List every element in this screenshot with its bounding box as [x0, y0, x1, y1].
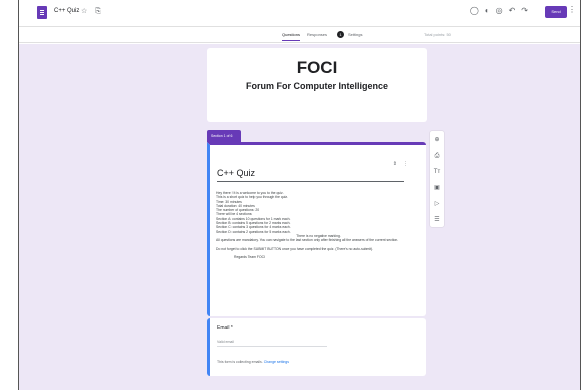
section-menu-icons[interactable]: ⇕⋮ — [393, 161, 414, 167]
tab-settings[interactable]: Settings — [348, 32, 362, 37]
form-header-card[interactable]: FOCI Forum For Computer Intelligence — [207, 48, 427, 122]
change-settings-link[interactable]: Change settings — [264, 360, 289, 364]
doc-title[interactable]: C++ Quiz — [54, 8, 79, 14]
total-points: Total points: 50 — [424, 32, 451, 37]
top-bar: C++ Quiz ☆ ⎘ ◯ ◐ ◎ ↶ ↷ Send ⋮ — [19, 0, 580, 27]
email-label: Email * — [217, 325, 233, 331]
description-line: Do not forget to click the SUBMIT BUTTON… — [216, 246, 374, 251]
title-underline — [217, 181, 404, 182]
header-toolbar: ◯ ◐ ◎ ↶ ↷ — [470, 6, 528, 15]
send-button[interactable]: Send — [545, 6, 567, 18]
palette-icon[interactable]: ◐ — [485, 6, 490, 15]
email-collection-note: This form is collecting emails. Change s… — [217, 360, 289, 364]
form-subtitle[interactable]: Forum For Computer Intelligence — [207, 81, 427, 91]
add-section-icon[interactable]: ☰ — [430, 213, 444, 227]
sign-off: Regards Team FOCI — [234, 255, 266, 260]
floating-toolbar: ⊕ ⎙ Tт ▣ ▷ ☰ — [430, 131, 444, 227]
customize-theme-icon[interactable]: ◯ — [470, 6, 479, 15]
add-image-icon[interactable]: ▣ — [430, 181, 444, 195]
tab-questions[interactable]: Questions — [282, 32, 301, 41]
email-field[interactable]: Valid email — [217, 340, 327, 347]
form-title[interactable]: FOCI — [207, 58, 427, 78]
redo-icon[interactable]: ↷ — [521, 6, 528, 15]
email-question-card[interactable]: Email * Valid email This form is collect… — [207, 318, 426, 376]
forms-logo-icon[interactable] — [37, 6, 47, 19]
collapse-icon[interactable]: ⇕ — [393, 161, 403, 167]
description-line: All questions are mandatory. You can nav… — [216, 238, 399, 243]
preview-icon[interactable]: ◎ — [496, 6, 503, 15]
form-tabs: Questions Responses 1 Settings Total poi… — [19, 27, 580, 43]
email-note-text: This form is collecting emails. — [217, 360, 263, 364]
section-title[interactable]: C++ Quiz — [217, 168, 255, 178]
section-description[interactable]: Hey there ! It is a welcome to you to th… — [216, 191, 421, 259]
import-questions-icon[interactable]: ⎙ — [430, 149, 444, 163]
more-options-icon[interactable]: ⋮ — [568, 5, 576, 14]
undo-icon[interactable]: ↶ — [509, 6, 516, 15]
add-question-icon[interactable]: ⊕ — [430, 133, 444, 147]
tab-responses[interactable]: Responses — [307, 32, 327, 37]
add-title-icon[interactable]: Tт — [430, 165, 444, 179]
section-more-icon[interactable]: ⋮ — [403, 161, 414, 167]
section-label: Section 1 of 6 — [207, 130, 241, 142]
star-move-icons[interactable]: ☆ ⎘ — [81, 7, 104, 16]
section-card[interactable]: C++ Quiz ⇕⋮ Hey there ! It is a welcome … — [207, 142, 426, 316]
responses-count-badge: 1 — [337, 31, 344, 38]
add-video-icon[interactable]: ▷ — [430, 197, 444, 211]
